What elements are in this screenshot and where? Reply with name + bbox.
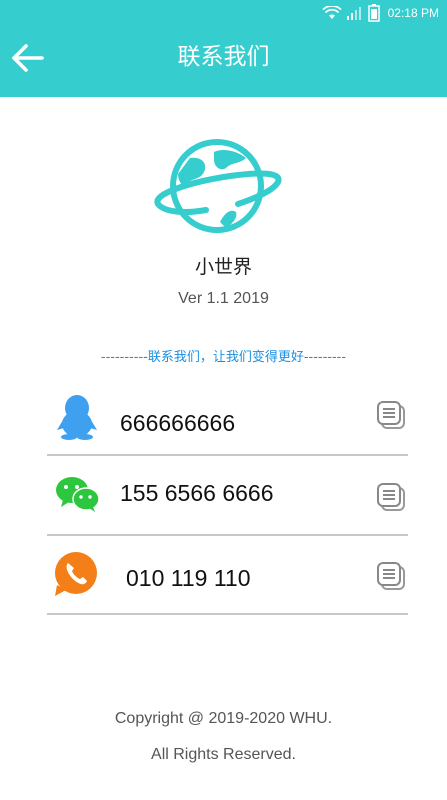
qq-number: 666666666 xyxy=(120,410,236,436)
app-bar: 联系我们 xyxy=(0,26,447,97)
signal-icon xyxy=(346,7,361,20)
contact-row-qq: 666666666 xyxy=(47,376,408,456)
page-title: 联系我们 xyxy=(177,44,270,70)
slogan-text: ----------联系我们，让我们变得更好--------- xyxy=(100,350,347,365)
app-name: 小世界 xyxy=(194,256,252,278)
phone-number: 010 119 110 xyxy=(126,565,251,591)
copy-icon[interactable] xyxy=(376,482,408,514)
status-icons: 02:18 PM xyxy=(322,4,439,22)
version-label: Ver 1.1 2019 xyxy=(178,290,269,307)
footer-copyright: Copyright @ 2019-2020 WHU. xyxy=(114,710,333,727)
wifi-icon xyxy=(322,6,342,19)
wechat-icon xyxy=(56,477,99,512)
contact-row-phone: 010 119 110 xyxy=(47,535,408,615)
contact-row-wechat: 155 6566 6666 xyxy=(47,456,408,536)
footer-rights: All Rights Reserved. xyxy=(151,746,296,763)
battery-icon xyxy=(367,4,380,22)
status-bar: 02:18 PM xyxy=(0,0,447,26)
copy-icon[interactable] xyxy=(376,400,408,432)
qq-penguin-icon xyxy=(57,395,97,440)
status-time: 02:18 PM xyxy=(387,6,439,20)
copy-icon[interactable] xyxy=(376,561,408,593)
planet-globe-icon xyxy=(154,139,282,233)
wechat-number: 155 6566 6666 xyxy=(120,480,274,506)
phone-icon xyxy=(55,552,97,596)
